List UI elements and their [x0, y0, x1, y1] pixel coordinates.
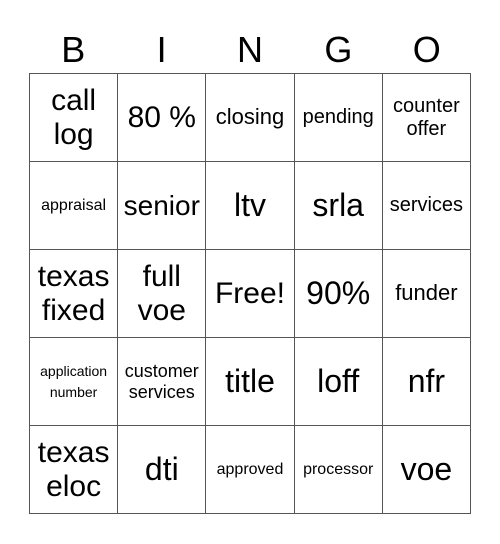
- bingo-cell[interactable]: senior: [118, 162, 207, 250]
- bingo-cell[interactable]: appraisal: [30, 162, 119, 250]
- bingo-cell[interactable]: full voe: [118, 250, 207, 338]
- cell-text: pending: [302, 106, 374, 129]
- bingo-cell[interactable]: processor: [294, 426, 383, 514]
- bingo-cell[interactable]: call log: [30, 74, 119, 162]
- bingo-cell[interactable]: title: [206, 338, 295, 426]
- bingo-cell[interactable]: 90%: [294, 250, 383, 338]
- bingo-cell[interactable]: dti: [118, 426, 207, 514]
- bingo-cell[interactable]: 80 %: [118, 74, 207, 162]
- bingo-header: B I N G O: [29, 30, 471, 70]
- cell-text: ltv: [233, 186, 266, 223]
- cell-text: dti: [144, 450, 179, 487]
- cell-text: senior: [123, 189, 200, 221]
- bingo-cell[interactable]: nfr: [382, 338, 471, 426]
- header-letter-b: B: [61, 29, 86, 70]
- bingo-cell[interactable]: texas fixed: [30, 250, 119, 338]
- bingo-cell[interactable]: application number: [30, 338, 119, 426]
- cell-text: counter offer: [393, 95, 460, 140]
- cell-text: application number: [40, 362, 108, 400]
- cell-text: services: [389, 194, 464, 217]
- cell-text: customer services: [124, 361, 199, 402]
- header-letter-n: N: [236, 29, 263, 70]
- cell-text: loff: [317, 362, 360, 399]
- cell-text: call log: [51, 83, 97, 151]
- bingo-cell[interactable]: customer services: [118, 338, 207, 426]
- header-letter-o: O: [412, 29, 441, 70]
- header-letter-i: I: [156, 29, 167, 70]
- cell-text: texas eloc: [37, 435, 110, 503]
- bingo-cell[interactable]: srla: [294, 162, 383, 250]
- bingo-cell[interactable]: closing: [206, 74, 295, 162]
- cell-text: srla: [312, 186, 364, 223]
- cell-text: texas fixed: [37, 259, 110, 327]
- cell-text: voe: [400, 450, 453, 487]
- bingo-cell[interactable]: services: [382, 162, 471, 250]
- cell-text: processor: [303, 460, 374, 478]
- bingo-board: call log 80 % closing pending counter offer a…: [29, 73, 471, 514]
- bingo-cell[interactable]: pending: [294, 74, 383, 162]
- free-space-cell[interactable]: Free!: [206, 250, 295, 338]
- bingo-cell[interactable]: voe: [382, 426, 471, 514]
- cell-text: title: [225, 362, 275, 399]
- cell-text: appraisal: [41, 196, 107, 214]
- bingo-cell[interactable]: texas eloc: [30, 426, 119, 514]
- header-letter-g: G: [324, 29, 353, 70]
- cell-text: approved: [216, 460, 284, 478]
- cell-text: 90%: [306, 274, 371, 311]
- cell-text: Free!: [214, 276, 285, 310]
- bingo-cell[interactable]: loff: [294, 338, 383, 426]
- cell-text: closing: [215, 104, 285, 130]
- cell-text: funder: [395, 280, 458, 306]
- bingo-cell[interactable]: approved: [206, 426, 295, 514]
- cell-text: nfr: [407, 362, 446, 399]
- cell-text: 80 %: [127, 100, 196, 134]
- bingo-cell[interactable]: counter offer: [382, 74, 471, 162]
- cell-text: full voe: [137, 259, 186, 327]
- bingo-cell[interactable]: ltv: [206, 162, 295, 250]
- bingo-cell[interactable]: funder: [382, 250, 471, 338]
